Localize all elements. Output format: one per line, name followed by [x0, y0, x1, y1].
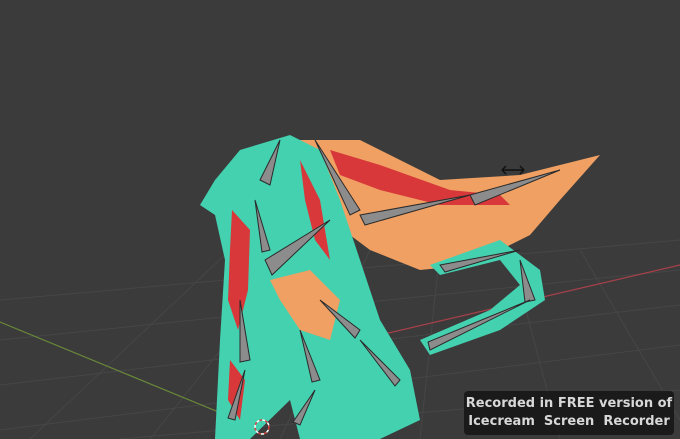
mouse-cursor-icon: [501, 165, 525, 175]
recorder-watermark: Recorded in FREE version of Icecream Scr…: [464, 391, 674, 435]
watermark-line-1: Recorded in FREE version of: [465, 396, 673, 411]
y-axis-line: [0, 321, 251, 426]
watermark-line-2: Icecream Screen Recorder: [468, 414, 670, 429]
3d-viewport[interactable]: Recorded in FREE version of Icecream Scr…: [0, 0, 680, 439]
viewport-scene: [0, 135, 680, 439]
